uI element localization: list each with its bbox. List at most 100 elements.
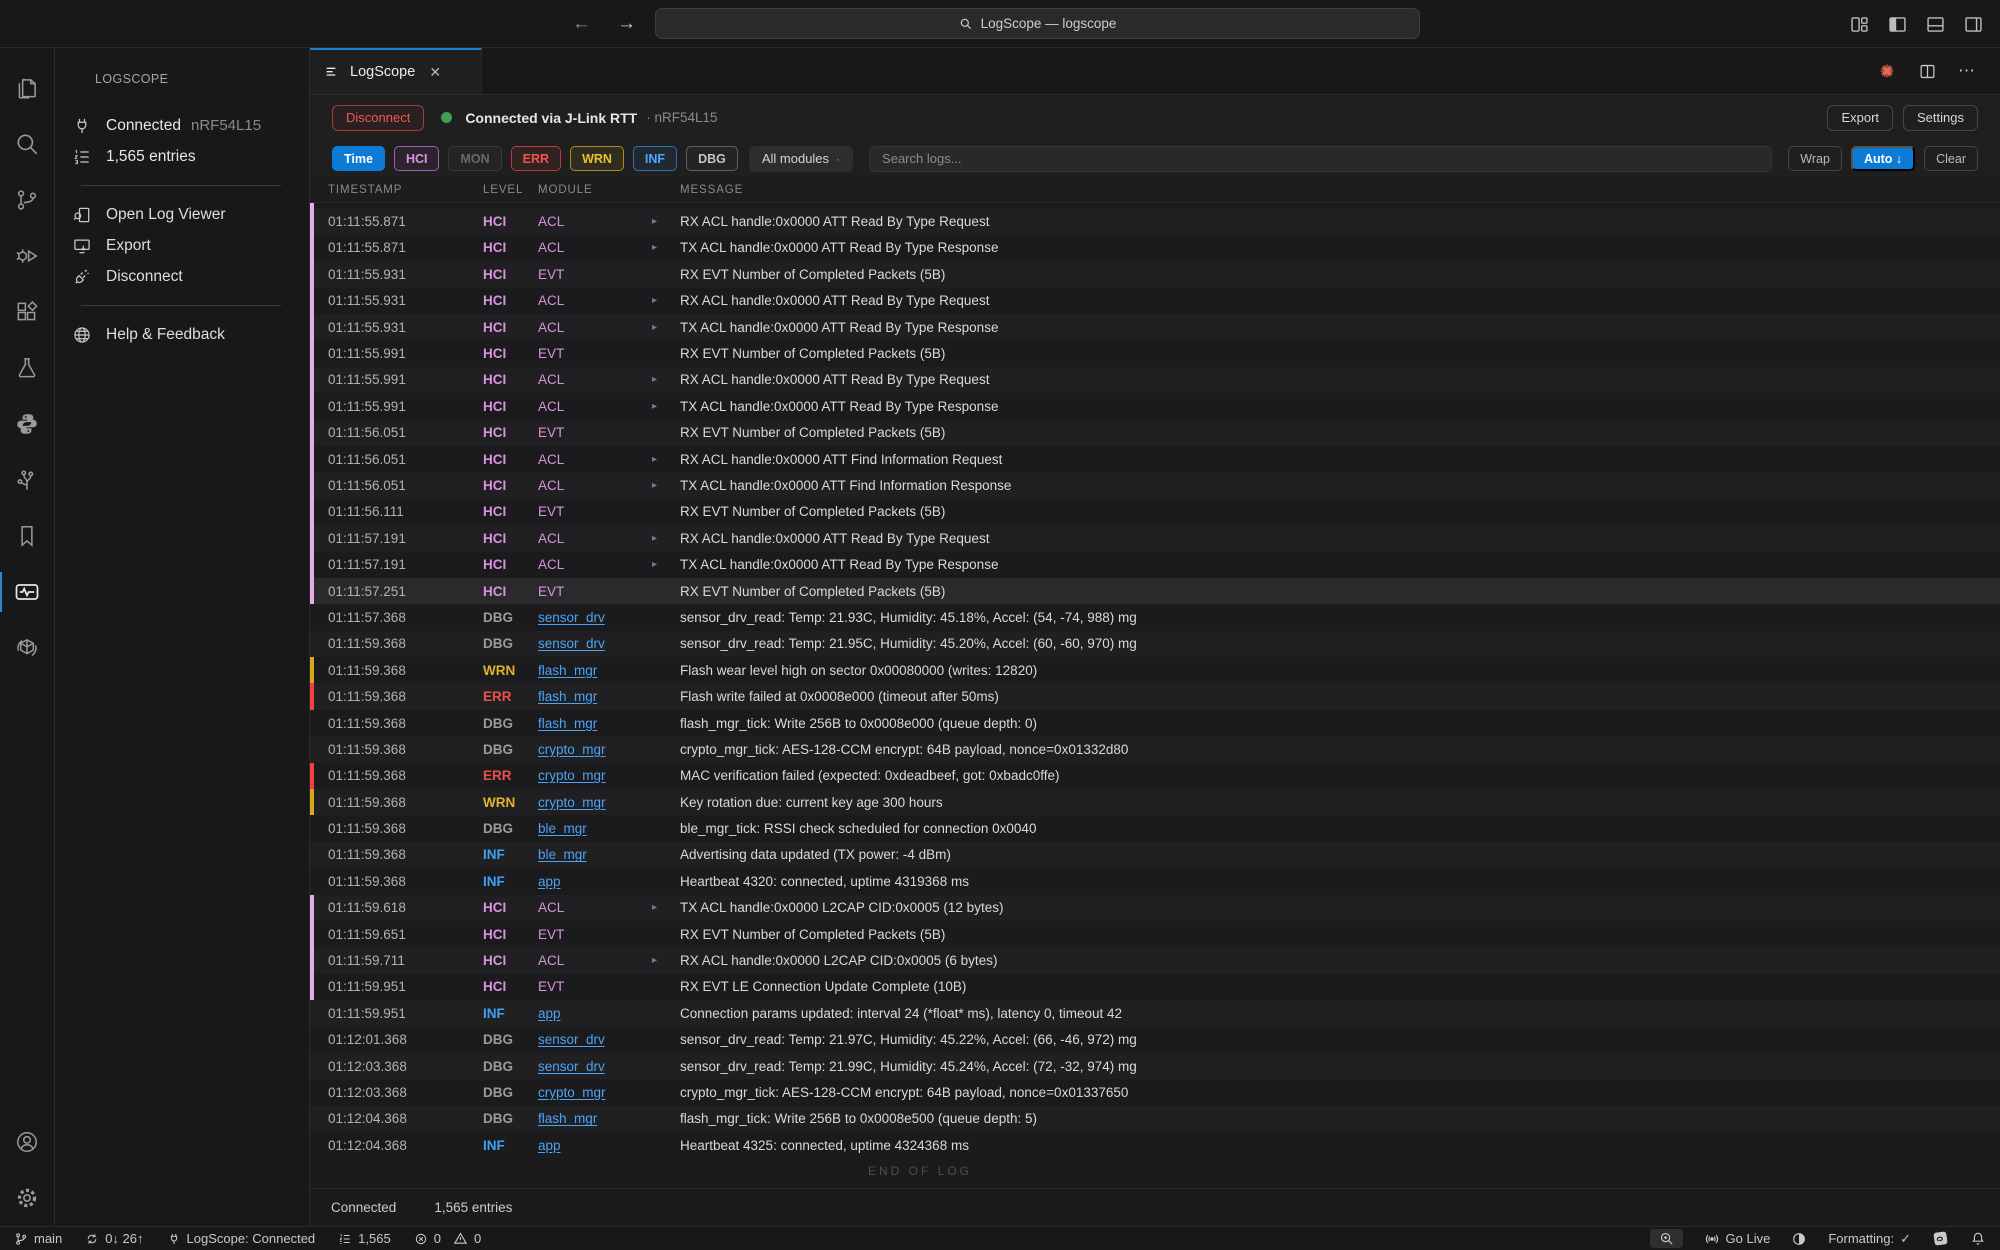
- toggle-primary-sidebar-icon[interactable]: [1887, 14, 1908, 35]
- testing-icon[interactable]: [0, 340, 55, 396]
- sidebar-export[interactable]: Export: [71, 230, 309, 261]
- log-row[interactable]: 01:11:56.111HCIEVTRX EVT Number of Compl…: [310, 499, 2000, 525]
- log-row[interactable]: 01:11:56.051HCIEVTRX EVT Number of Compl…: [310, 420, 2000, 446]
- log-row[interactable]: 01:11:56.051HCIACL▸RX ACL handle:0x0000 …: [310, 446, 2000, 472]
- filter-chip-wrn[interactable]: WRN: [570, 146, 624, 171]
- log-row[interactable]: 01:11:59.651HCIEVTRX EVT Number of Compl…: [310, 921, 2000, 947]
- log-row[interactable]: 01:11:55.991HCIACL▸RX ACL handle:0x0000 …: [310, 367, 2000, 393]
- export-icon: [71, 236, 93, 256]
- log-row[interactable]: 01:12:03.368DBGcrypto_mgrcrypto_mgr_tick…: [310, 1079, 2000, 1105]
- log-row[interactable]: 01:11:55.871HCIACL▸RX ACL handle:0x0000 …: [310, 208, 2000, 234]
- log-row[interactable]: 01:11:57.251HCIEVTRX EVT Number of Compl…: [310, 578, 2000, 604]
- status-formatting[interactable]: Formatting: ✓: [1828, 1231, 1911, 1247]
- log-row[interactable]: 01:11:55.931HCIACL▸TX ACL handle:0x0000 …: [310, 314, 2000, 340]
- status-problems[interactable]: 0 0: [414, 1231, 481, 1246]
- sidebar-help-feedback[interactable]: Help & Feedback: [71, 319, 309, 350]
- log-row[interactable]: 01:11:59.368ERRflash_mgrFlash write fail…: [310, 683, 2000, 709]
- log-row[interactable]: 01:11:56.051HCIACL▸TX ACL handle:0x0000 …: [310, 472, 2000, 498]
- tab-close-icon[interactable]: ✕: [429, 64, 441, 81]
- prettier-icon[interactable]: [1932, 1230, 1949, 1247]
- modules-dropdown[interactable]: All modules ·: [749, 146, 853, 172]
- log-row[interactable]: 01:11:57.368DBGsensor_drvsensor_drv_read…: [310, 604, 2000, 630]
- wrap-button[interactable]: Wrap: [1788, 146, 1842, 171]
- log-timestamp: 01:12:03.368: [328, 1059, 483, 1074]
- log-row[interactable]: 01:11:55.991HCIACL▸TX ACL handle:0x0000 …: [310, 393, 2000, 419]
- status-logscope[interactable]: LogScope: Connected: [167, 1231, 316, 1246]
- bell-icon[interactable]: [1970, 1231, 1986, 1247]
- disconnect-button[interactable]: Disconnect: [332, 105, 424, 131]
- log-row[interactable]: 01:11:55.931HCIEVTRX EVT Number of Compl…: [310, 261, 2000, 287]
- logscope-waveform-icon[interactable]: [0, 564, 55, 620]
- settings-gear-icon[interactable]: [0, 1170, 55, 1226]
- log-row[interactable]: 01:11:59.951INFappConnection params upda…: [310, 1000, 2000, 1026]
- log-row[interactable]: 01:11:59.368INFble_mgrAdvertising data u…: [310, 842, 2000, 868]
- export-button[interactable]: Export: [1827, 105, 1893, 131]
- status-branch[interactable]: main: [14, 1231, 62, 1246]
- filter-chip-hci[interactable]: HCI: [394, 146, 440, 171]
- history-back-icon[interactable]: ←: [572, 13, 591, 35]
- log-row[interactable]: 01:12:04.368INFappHeartbeat 4325: connec…: [310, 1132, 2000, 1158]
- split-editor-icon[interactable]: [1918, 62, 1937, 81]
- 3d-viewer-icon[interactable]: [0, 620, 55, 676]
- bookmarks-icon[interactable]: [0, 508, 55, 564]
- sidebar-disconnect[interactable]: Disconnect: [71, 261, 309, 292]
- source-control-icon[interactable]: [0, 172, 55, 228]
- command-center-search[interactable]: LogScope — logscope: [655, 8, 1420, 39]
- settings-button[interactable]: Settings: [1903, 105, 1978, 131]
- filter-chip-dbg[interactable]: DBG: [686, 146, 738, 171]
- more-actions-icon[interactable]: ⋯: [1958, 61, 1976, 81]
- toggle-panel-icon[interactable]: [1925, 14, 1946, 35]
- log-row[interactable]: 01:12:01.368DBGsensor_drvsensor_drv_read…: [310, 1027, 2000, 1053]
- search-logs-input[interactable]: [869, 146, 1772, 172]
- autoscroll-button[interactable]: Auto ↓: [1851, 146, 1915, 171]
- log-row[interactable]: 01:11:59.368DBGflash_mgrflash_mgr_tick: …: [310, 710, 2000, 736]
- extensions-icon[interactable]: [0, 284, 55, 340]
- log-timestamp: 01:12:04.368: [328, 1111, 483, 1126]
- modules-dropdown-label: All modules: [762, 151, 829, 166]
- log-row[interactable]: 01:11:55.931HCIACL▸RX ACL handle:0x0000 …: [310, 288, 2000, 314]
- log-row[interactable]: 01:11:55.991HCIEVTRX EVT Number of Compl…: [310, 340, 2000, 366]
- log-row[interactable]: 01:12:03.368DBGsensor_drvsensor_drv_read…: [310, 1053, 2000, 1079]
- search-icon[interactable]: [0, 116, 55, 172]
- status-sync[interactable]: 0↓ 26↑: [85, 1231, 143, 1246]
- log-module: ACL: [538, 293, 652, 308]
- filter-chip-mon[interactable]: MON: [448, 146, 501, 171]
- toggle-secondary-sidebar-icon[interactable]: [1963, 14, 1984, 35]
- log-timestamp: 01:11:57.368: [328, 610, 483, 625]
- sidebar-open-log-viewer[interactable]: Open Log Viewer: [71, 199, 309, 230]
- status-go-live[interactable]: Go Live: [1704, 1231, 1771, 1247]
- filter-chip-time[interactable]: Time: [332, 146, 385, 171]
- contrast-theme-icon[interactable]: [1791, 1231, 1807, 1247]
- explorer-icon[interactable]: [0, 60, 55, 116]
- tab-logscope[interactable]: LogScope ✕: [310, 48, 482, 94]
- expand-arrow-icon: ▸: [652, 480, 680, 491]
- log-row[interactable]: 01:11:59.368ERRcrypto_mgrMAC verificatio…: [310, 763, 2000, 789]
- run-debug-icon[interactable]: [0, 228, 55, 284]
- log-message: TX ACL handle:0x0000 ATT Read By Type Re…: [680, 320, 998, 335]
- log-row[interactable]: 01:11:59.951HCIEVTRX EVT LE Connection U…: [310, 974, 2000, 1000]
- filter-chip-inf[interactable]: INF: [633, 146, 677, 171]
- log-level: HCI: [483, 425, 538, 440]
- customize-layout-icon[interactable]: [1849, 14, 1870, 35]
- log-row[interactable]: 01:11:57.191HCIACL▸TX ACL handle:0x0000 …: [310, 551, 2000, 577]
- log-row[interactable]: 01:11:59.368DBGsensor_drvsensor_drv_read…: [310, 631, 2000, 657]
- status-zoom[interactable]: [1650, 1229, 1683, 1248]
- python-icon[interactable]: [0, 396, 55, 452]
- starburst-extension-icon[interactable]: [1877, 61, 1897, 81]
- account-icon[interactable]: [0, 1114, 55, 1170]
- log-row[interactable]: 01:12:04.368DBGflash_mgrflash_mgr_tick: …: [310, 1106, 2000, 1132]
- log-row[interactable]: 01:11:59.618HCIACL▸TX ACL handle:0x0000 …: [310, 895, 2000, 921]
- log-row[interactable]: 01:11:55.871HCIACL▸TX ACL handle:0x0000 …: [310, 235, 2000, 261]
- clear-button[interactable]: Clear: [1924, 146, 1978, 171]
- circuit-board-icon[interactable]: [0, 452, 55, 508]
- log-row[interactable]: 01:11:59.368WRNcrypto_mgrKey rotation du…: [310, 789, 2000, 815]
- filter-chip-err[interactable]: ERR: [511, 146, 561, 171]
- log-row[interactable]: 01:11:57.191HCIACL▸RX ACL handle:0x0000 …: [310, 525, 2000, 551]
- status-entries[interactable]: 1,565: [338, 1231, 391, 1246]
- log-row[interactable]: 01:11:59.711HCIACL▸RX ACL handle:0x0000 …: [310, 947, 2000, 973]
- log-row[interactable]: 01:11:59.368DBGble_mgrble_mgr_tick: RSSI…: [310, 815, 2000, 841]
- log-row[interactable]: 01:11:59.368INFappHeartbeat 4320: connec…: [310, 868, 2000, 894]
- history-forward-icon[interactable]: →: [617, 13, 636, 35]
- log-row[interactable]: 01:11:59.368WRNflash_mgrFlash wear level…: [310, 657, 2000, 683]
- log-row[interactable]: 01:11:59.368DBGcrypto_mgrcrypto_mgr_tick…: [310, 736, 2000, 762]
